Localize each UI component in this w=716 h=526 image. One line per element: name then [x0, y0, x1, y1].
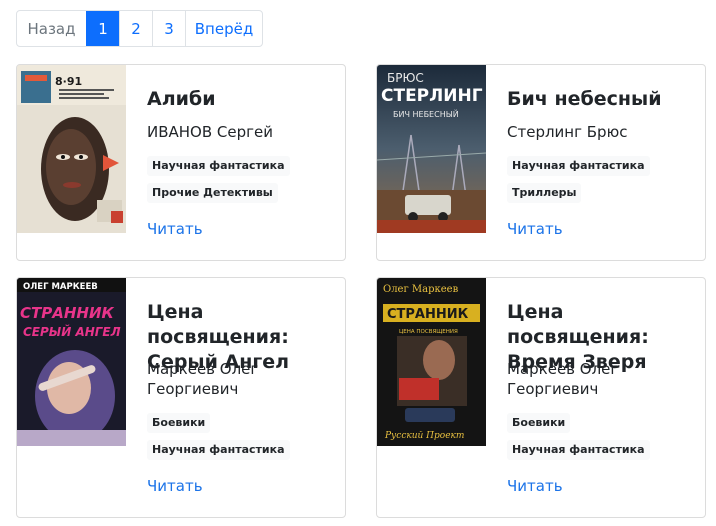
- book-title[interactable]: Бич небесный: [507, 87, 697, 112]
- cover-main-text: СТЕРЛИНГ: [381, 86, 483, 106]
- pagination-page-3[interactable]: 3: [152, 11, 185, 46]
- book-genre-tags: Боевики Научная фантастика: [147, 413, 290, 467]
- book-cover-image[interactable]: ОЛЕГ МАРКЕЕВ СТРАННИК СЕРЫЙ АНГЕЛ: [17, 278, 126, 446]
- genre-tag[interactable]: Прочие Детективы: [147, 183, 278, 203]
- book-cover-graphic: Олег Маркеев СТРАННИК ЦЕНА ПОСВЯЩЕНИЯ Ру…: [377, 278, 486, 446]
- genre-tag[interactable]: Научная фантастика: [147, 156, 290, 176]
- book-author[interactable]: ИВАНОВ Сергей: [147, 122, 337, 142]
- genre-tag[interactable]: Научная фантастика: [507, 156, 650, 176]
- book-author[interactable]: Стерлинг Брюс: [507, 122, 697, 142]
- genre-tag[interactable]: Боевики: [147, 413, 211, 433]
- book-cover-image[interactable]: Олег Маркеев СТРАННИК ЦЕНА ПОСВЯЩЕНИЯ Ру…: [377, 278, 486, 446]
- book-card: Олег Маркеев СТРАННИК ЦЕНА ПОСВЯЩЕНИЯ Ру…: [376, 277, 706, 518]
- genre-tag[interactable]: Научная фантастика: [147, 440, 290, 460]
- pagination-page-1[interactable]: 1: [86, 11, 119, 46]
- pagination-page-2[interactable]: 2: [119, 11, 152, 46]
- cover-series-text: Русский Проект: [384, 431, 464, 441]
- book-genre-tags: Боевики Научная фантастика: [507, 413, 650, 467]
- pagination-next-button[interactable]: Вперёд: [185, 11, 262, 46]
- cover-issue-text: 8·91: [55, 75, 82, 88]
- read-link[interactable]: Читать: [147, 477, 203, 495]
- cover-author-text: ОЛЕГ МАРКЕЕВ: [23, 282, 98, 292]
- cover-main-text: СТРАННИК: [20, 304, 115, 322]
- genre-tag[interactable]: Боевики: [507, 413, 571, 433]
- book-genre-tags: Научная фантастика Прочие Детективы: [147, 156, 290, 210]
- cover-main-text: СТРАННИК: [387, 307, 469, 322]
- pagination: Назад 1 2 3 Вперёд: [16, 10, 263, 47]
- book-cover-graphic: ОЛЕГ МАРКЕЕВ СТРАННИК СЕРЫЙ АНГЕЛ: [17, 278, 126, 446]
- genre-tag[interactable]: Научная фантастика: [507, 440, 650, 460]
- read-link[interactable]: Читать: [507, 477, 563, 495]
- book-card: 8·91 Алиби ИВАНОВ Сергей Научная фантаст…: [16, 64, 346, 261]
- book-cover-graphic: БРЮС СТЕРЛИНГ БИЧ НЕБЕСНЫЙ: [377, 65, 486, 233]
- cover-author-text: БРЮС: [387, 71, 424, 85]
- cover-author-text: Олег Маркеев: [383, 284, 459, 295]
- book-card: ОЛЕГ МАРКЕЕВ СТРАННИК СЕРЫЙ АНГЕЛ Цена п…: [16, 277, 346, 518]
- genre-tag[interactable]: Триллеры: [507, 183, 582, 203]
- book-cover-image[interactable]: 8·91: [17, 65, 126, 233]
- book-cover-graphic: 8·91: [17, 65, 126, 233]
- cover-sub-text: БИЧ НЕБЕСНЫЙ: [393, 108, 459, 119]
- book-author[interactable]: Маркеев Олег Георгиевич: [147, 359, 337, 399]
- cover-sub-text: ЦЕНА ПОСВЯЩЕНИЯ: [399, 329, 458, 335]
- pagination-prev-button[interactable]: Назад: [17, 11, 86, 46]
- book-author[interactable]: Маркеев Олег Георгиевич: [507, 359, 697, 399]
- cover-sub-text: СЕРЫЙ АНГЕЛ: [23, 324, 121, 339]
- book-card: БРЮС СТЕРЛИНГ БИЧ НЕБЕСНЫЙ Бич небесный …: [376, 64, 706, 261]
- book-cover-image[interactable]: БРЮС СТЕРЛИНГ БИЧ НЕБЕСНЫЙ: [377, 65, 486, 233]
- book-genre-tags: Научная фантастика Триллеры: [507, 156, 650, 210]
- read-link[interactable]: Читать: [507, 220, 563, 238]
- read-link[interactable]: Читать: [147, 220, 203, 238]
- book-title[interactable]: Алиби: [147, 87, 337, 112]
